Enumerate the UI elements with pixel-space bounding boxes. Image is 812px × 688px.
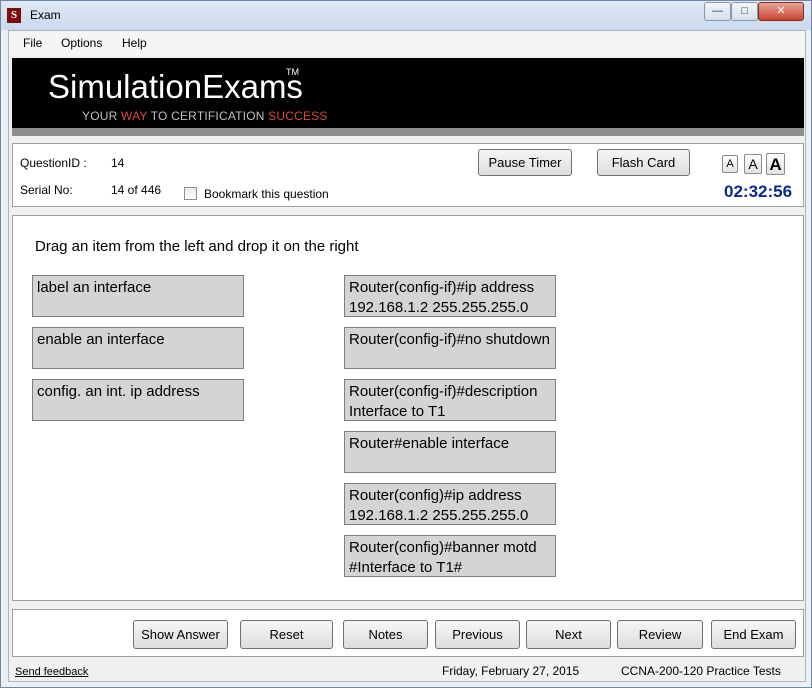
maximize-button[interactable]: □ (731, 2, 758, 21)
end-exam-button[interactable]: End Exam (711, 620, 796, 649)
drop-target-item[interactable]: Router#enable interface (344, 431, 556, 473)
drop-target-item[interactable]: Router(config-if)#description Interface … (344, 379, 556, 421)
navigation-panel: Show Answer Reset Notes Previous Next Re… (12, 609, 804, 657)
window-title: Exam (30, 8, 61, 22)
bookmark-label[interactable]: Bookmark this question (204, 187, 329, 201)
brand-logo: SimulationExams (48, 68, 303, 105)
client-area: File Options Help SimulationExams TM YOU… (8, 30, 806, 682)
question-id-value: 14 (111, 156, 125, 170)
minimize-button[interactable]: — (704, 2, 731, 21)
drop-target-item[interactable]: Router(config-if)#no shutdown (344, 327, 556, 369)
serial-label: Serial No: (20, 183, 73, 197)
drop-target-item[interactable]: Router(config)#ip address 192.168.1.2 25… (344, 483, 556, 525)
notes-button[interactable]: Notes (343, 620, 428, 649)
exam-window: S Exam — □ ✕ File Options Help Simulatio… (0, 0, 812, 688)
app-icon: S (7, 8, 21, 23)
title-bar: S Exam — □ ✕ (1, 1, 811, 30)
question-id-label: QuestionID : (20, 156, 87, 170)
previous-button[interactable]: Previous (435, 620, 520, 649)
brand-banner: SimulationExams TM YOUR WAY TO CERTIFICA… (12, 58, 804, 136)
send-feedback-link[interactable]: Send feedback (15, 666, 88, 678)
serial-value: 14 of 446 (111, 183, 162, 197)
question-info-panel: QuestionID : 14 Serial No: 14 of 446 Boo… (12, 143, 804, 207)
question-instruction: Drag an item from the left and drop it o… (35, 238, 359, 255)
drag-source-item[interactable]: config. an int. ip address (32, 379, 244, 421)
drag-source-item[interactable]: label an interface (32, 275, 244, 317)
review-button[interactable]: Review (617, 620, 703, 649)
question-panel: Drag an item from the left and drop it o… (12, 215, 804, 601)
reset-button[interactable]: Reset (240, 620, 333, 649)
show-answer-button[interactable]: Show Answer (133, 620, 228, 649)
status-date: Friday, February 27, 2015 (442, 664, 580, 678)
font-medium-button[interactable]: A (744, 154, 762, 174)
drop-target-item[interactable]: Router(config)#banner motd #Interface to… (344, 535, 556, 577)
next-button[interactable]: Next (526, 620, 611, 649)
menu-options[interactable]: Options (61, 36, 102, 50)
pause-timer-button[interactable]: Pause Timer (478, 149, 572, 176)
flash-card-button[interactable]: Flash Card (597, 149, 690, 176)
exam-timer: 02:32:56 (724, 182, 793, 201)
brand-tagline: YOUR WAY TO CERTIFICATION SUCCESS (82, 109, 328, 123)
drop-target-item[interactable]: Router(config-if)#ip address 192.168.1.2… (344, 275, 556, 317)
bookmark-checkbox[interactable] (184, 187, 197, 200)
drag-source-item[interactable]: enable an interface (32, 327, 244, 369)
font-small-button[interactable]: A (722, 155, 738, 173)
font-large-button[interactable]: A (766, 153, 785, 175)
menu-file[interactable]: File (23, 36, 42, 50)
status-product: CCNA-200-120 Practice Tests (621, 664, 781, 678)
banner-divider (12, 128, 804, 136)
trademark-mark: TM (286, 67, 299, 77)
menu-help[interactable]: Help (122, 36, 147, 50)
menu-bar: File Options Help (9, 31, 805, 56)
close-button[interactable]: ✕ (758, 2, 804, 21)
